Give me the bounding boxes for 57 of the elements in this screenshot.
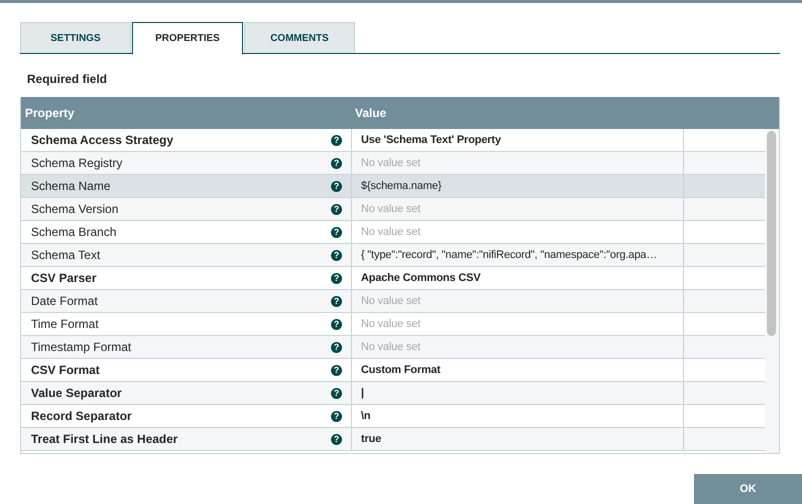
table-row[interactable]: Schema Name ? ${schema.name} — [21, 175, 766, 198]
property-name: Schema Branch — [31, 225, 116, 239]
property-value[interactable]: Use 'Schema Text' Property — [361, 134, 501, 146]
help-icon[interactable]: ? — [331, 272, 342, 284]
help-icon[interactable]: ? — [331, 388, 342, 398]
property-name: Timestamp Format — [31, 340, 132, 354]
table-row[interactable]: Schema Version ? No value set — [21, 198, 766, 221]
property-value[interactable]: Custom Format — [361, 364, 440, 376]
table-row[interactable]: Time Format ? No value set — [21, 313, 766, 336]
help-icon[interactable]: ? — [331, 158, 342, 168]
table-row[interactable]: Schema Access Strategy ? Use 'Schema Text' Property — [21, 129, 766, 152]
help-icon[interactable]: ? — [331, 180, 342, 192]
required-field-note: Required field — [27, 72, 108, 86]
property-name: Record Separator — [31, 409, 132, 423]
property-name: Schema Access Strategy — [31, 133, 174, 147]
table-row[interactable]: Record Separator ? \n — [21, 405, 766, 428]
property-name: Date Format — [31, 294, 98, 308]
table-row[interactable]: CSV Format ? Custom Format — [21, 359, 766, 382]
help-icon[interactable]: ? — [331, 342, 342, 352]
table-row[interactable]: Schema Branch ? No value set — [21, 221, 766, 244]
column-header: Value — [354, 106, 386, 120]
table-row[interactable]: Schema Registry ? No value set — [21, 152, 766, 175]
property-name: Value Separator — [31, 386, 122, 400]
table-row[interactable]: Value Separator ? | — [21, 382, 766, 405]
help-icon[interactable]: ? — [331, 226, 342, 238]
help-icon[interactable]: ? — [331, 204, 342, 214]
property-value[interactable]: Apache Commons CSV — [361, 272, 481, 284]
help-icon[interactable]: ? — [331, 134, 342, 146]
help-icon[interactable]: ? — [331, 250, 342, 260]
property-name: Treat First Line as Header — [31, 432, 178, 446]
table-row[interactable]: CSV Parser ? Apache Commons CSV — [21, 267, 766, 290]
help-icon[interactable]: ? — [331, 410, 342, 422]
property-name: Schema Text — [31, 248, 100, 262]
table-row[interactable]: Timestamp Format ? No value set — [21, 336, 766, 359]
property-name: CSV Format — [31, 363, 100, 377]
property-name: Time Format — [31, 317, 99, 331]
help-icon[interactable]: ? — [331, 434, 342, 444]
property-name: Schema Version — [31, 202, 118, 216]
table-row[interactable]: Treat First Line as Header ? true — [21, 428, 766, 451]
property-name: Schema Registry — [31, 156, 122, 170]
property-value[interactable]: true — [361, 433, 382, 445]
property-value[interactable]: { "type":"record", "name":"nifiRecord", "namespace":"org.apa… — [361, 249, 658, 261]
help-icon[interactable]: ? — [331, 296, 342, 306]
property-value[interactable]: ${schema.name} — [361, 180, 442, 192]
tab[interactable]: PROPERTIES — [132, 22, 243, 55]
help-icon[interactable]: ? — [331, 364, 342, 376]
table-row[interactable]: Date Format ? No value set — [21, 290, 766, 313]
scrollbar[interactable] — [765, 129, 779, 453]
tab[interactable]: SETTINGS — [20, 22, 131, 54]
property-name: Schema Name — [31, 179, 110, 193]
tab[interactable]: COMMENTS — [244, 22, 355, 54]
property-value[interactable]: \n — [361, 410, 370, 422]
table-row[interactable]: Schema Text ? { "type":"record", "name":"nifiRecord", "namespace":"org.apa… — [21, 244, 766, 267]
help-icon[interactable]: ? — [331, 318, 342, 330]
property-value[interactable]: | — [361, 387, 364, 399]
property-name: CSV Parser — [31, 271, 96, 285]
column-header: Property — [24, 106, 76, 120]
